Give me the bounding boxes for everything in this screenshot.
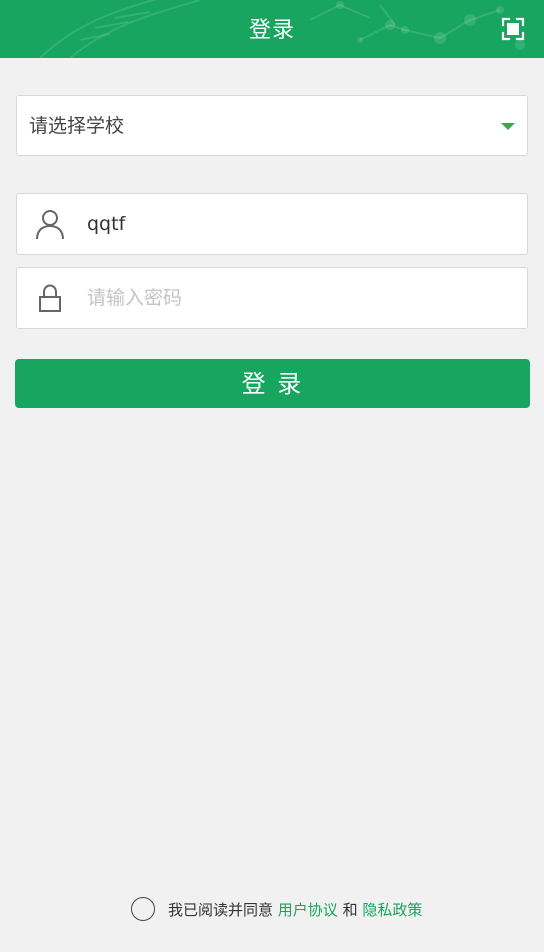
user-icon (36, 210, 64, 240)
school-select[interactable]: 请选择学校 (16, 95, 528, 156)
login-button[interactable]: 登 录 (15, 359, 530, 408)
agree-checkbox[interactable] (131, 897, 155, 921)
privacy-policy-link[interactable]: 隐私政策 (362, 901, 422, 919)
lock-icon (39, 284, 61, 312)
page-title: 登录 (248, 18, 295, 43)
agreement-conjunction: 和 (342, 901, 358, 919)
username-field[interactable] (16, 193, 528, 255)
password-input[interactable] (87, 268, 507, 328)
username-input[interactable] (87, 194, 507, 254)
agreement-prefix: 我已阅读并同意 (168, 901, 274, 919)
password-field[interactable] (16, 267, 528, 329)
scan-icon (501, 17, 525, 41)
scan-button[interactable] (501, 17, 525, 41)
agreement-row: 我已阅读并同意 用户协议 和 隐私政策 (0, 895, 544, 923)
school-select-placeholder: 请选择学校 (29, 115, 125, 137)
header-bar: 登录 (0, 0, 544, 58)
caret-down-icon (501, 123, 515, 130)
user-agreement-link[interactable]: 用户协议 (278, 901, 338, 919)
agreement-text: 我已阅读并同意 用户协议 和 隐私政策 (168, 899, 422, 920)
